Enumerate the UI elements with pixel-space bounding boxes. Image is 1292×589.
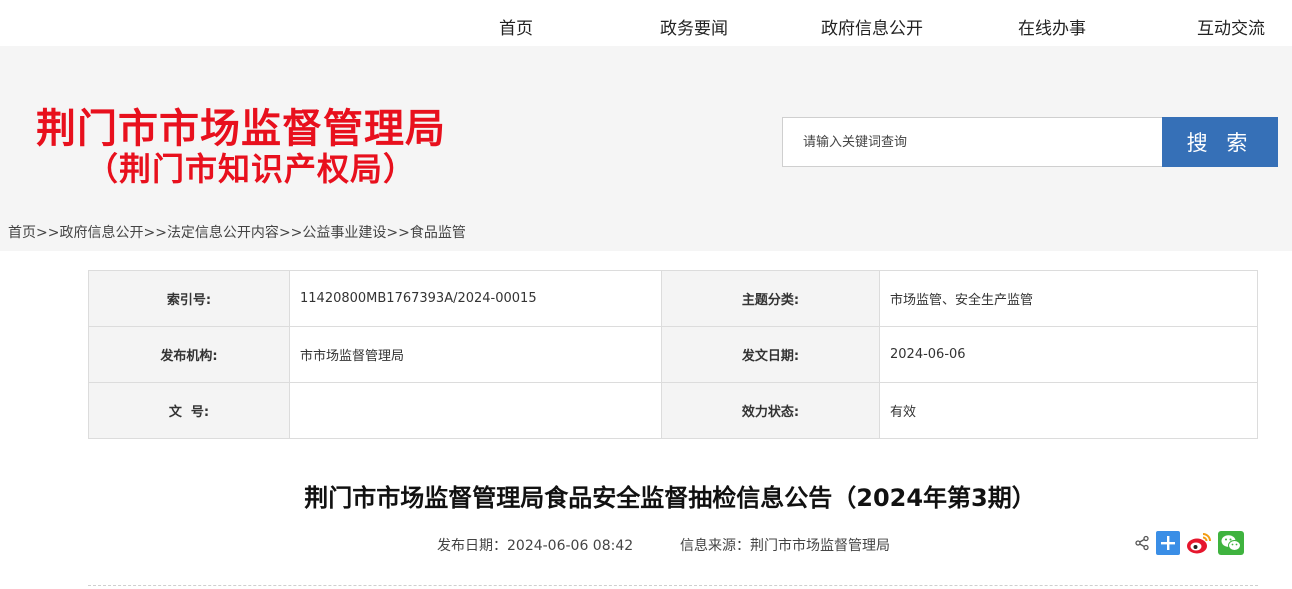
divider: [88, 585, 1258, 586]
nav-item-news[interactable]: 政务要闻: [660, 14, 728, 39]
search-box: [782, 117, 1163, 167]
nav-item-home[interactable]: 首页: [499, 14, 533, 39]
breadcrumb-public-welfare[interactable]: 公益事业建设: [302, 225, 386, 241]
issue-date-label: 发文日期:: [661, 326, 880, 383]
info-source: 信息来源：荆门市市场监督管理局: [680, 538, 890, 554]
search-button[interactable]: 搜 索: [1162, 117, 1278, 167]
index-number-label: 索引号:: [88, 270, 290, 327]
validity-status-value: 有效: [879, 382, 1258, 439]
document-number-label: 文 号:: [88, 382, 290, 439]
nav-item-interaction[interactable]: 互动交流: [1197, 14, 1265, 39]
add-share-icon[interactable]: [1156, 531, 1180, 555]
nav-item-info-disclosure[interactable]: 政府信息公开: [821, 14, 923, 39]
breadcrumb-info-disclosure[interactable]: 政府信息公开: [59, 225, 143, 241]
breadcrumb: 首页>>政府信息公开>>法定信息公开内容>>公益事业建设>>食品监管: [8, 222, 466, 242]
site-header: 荆门市市场监督管理局 （荆门市知识产权局） 搜 索 首页>>政府信息公开>>法定…: [0, 46, 1292, 251]
topic-value: 市场监管、安全生产监管: [879, 270, 1258, 327]
share-bar: [1128, 529, 1244, 557]
issue-date-value: 2024-06-06: [879, 326, 1258, 383]
publish-date: 发布日期：2024-06-06 08:42: [437, 538, 634, 554]
validity-status-label: 效力状态:: [661, 382, 880, 439]
publisher-value: 市市场监督管理局: [289, 326, 662, 383]
document-meta-table: 索引号: 11420800MB1767393A/2024-00015 主题分类:…: [88, 270, 1258, 439]
search-input[interactable]: [783, 118, 1162, 166]
wechat-icon[interactable]: [1218, 531, 1244, 555]
breadcrumb-separator: >>: [36, 225, 60, 241]
breadcrumb-statutory-content[interactable]: 法定信息公开内容: [167, 225, 279, 241]
breadcrumb-separator: >>: [386, 225, 410, 241]
breadcrumb-separator: >>: [278, 225, 303, 241]
table-row: 文 号: 效力状态: 有效: [88, 382, 1258, 439]
publisher-label: 发布机构:: [88, 326, 290, 383]
breadcrumb-home[interactable]: 首页: [8, 225, 36, 241]
top-nav: 首页 政务要闻 政府信息公开 在线办事 互动交流: [0, 0, 1292, 46]
breadcrumb-food-supervision[interactable]: 食品监管: [410, 225, 466, 241]
article-title: 荆门市市场监督管理局食品安全监督抽检信息公告（2024年第3期）: [304, 484, 1036, 512]
nav-item-online-services[interactable]: 在线办事: [1018, 14, 1086, 39]
breadcrumb-separator: >>: [143, 225, 167, 241]
share-icon: [1134, 535, 1150, 551]
table-row: 索引号: 11420800MB1767393A/2024-00015 主题分类:…: [88, 270, 1258, 327]
site-logo-subtitle: （荆门市知识产权局）: [86, 150, 417, 188]
topic-label: 主题分类:: [661, 270, 880, 327]
table-row: 发布机构: 市市场监督管理局 发文日期: 2024-06-06: [88, 326, 1258, 383]
document-number-value: [289, 382, 662, 439]
index-number-value: 11420800MB1767393A/2024-00015: [289, 270, 662, 327]
weibo-icon[interactable]: [1186, 531, 1212, 555]
